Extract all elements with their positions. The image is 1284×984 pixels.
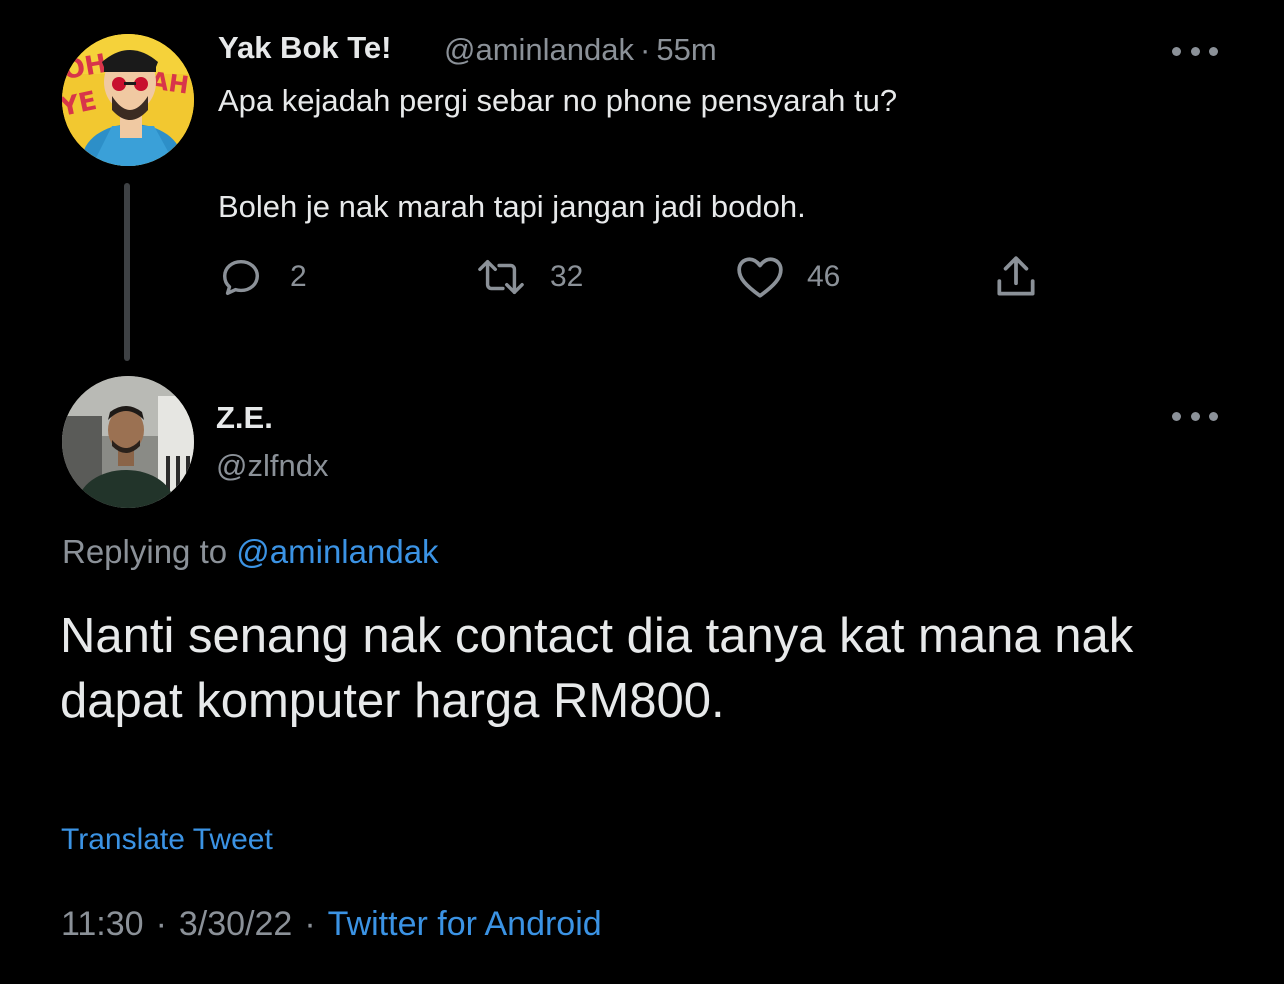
reply-icon (218, 254, 264, 300)
reply-count: 2 (290, 260, 307, 293)
footer-separator: · (304, 905, 316, 943)
parent-text-line-1: Apa kejadah pergi sebar no phone pensyar… (218, 83, 898, 118)
more-options-icon[interactable] (1172, 410, 1218, 422)
more-options-icon[interactable] (1172, 45, 1218, 57)
main-display-name[interactable]: Z.E. (216, 400, 273, 436)
parent-time[interactable]: 55m (656, 32, 716, 67)
retweet-icon (474, 254, 528, 300)
like-button[interactable]: 46 (735, 254, 840, 300)
parent-display-name[interactable]: Yak Bok Te! (218, 30, 391, 66)
parent-meta: @aminlandak · 55m (444, 32, 717, 68)
tweet-source-link[interactable]: Twitter for Android (328, 905, 602, 943)
parent-handle[interactable]: @aminlandak (444, 32, 634, 67)
parent-text-line-2: Boleh je nak marah tapi jangan jadi bodo… (218, 189, 806, 224)
replying-to: Replying to @aminlandak (62, 533, 439, 571)
tweet-date[interactable]: 3/30/22 (179, 905, 292, 943)
heart-icon (735, 254, 785, 300)
footer-separator: · (155, 905, 167, 943)
main-tweet-text: Nanti senang nak contact dia tanya kat m… (60, 609, 1134, 728)
retweet-button[interactable]: 32 (474, 254, 583, 300)
retweet-count: 32 (550, 260, 584, 293)
like-count: 46 (807, 260, 841, 293)
share-button[interactable] (991, 252, 1041, 302)
tweet-footer: 11:30 · 3/30/22 · Twitter for Android (61, 905, 602, 944)
parent-avatar[interactable]: OH YE AH (62, 34, 194, 166)
translate-tweet-link[interactable]: Translate Tweet (61, 823, 273, 857)
replying-label: Replying to (62, 533, 228, 570)
reply-button[interactable]: 2 (218, 254, 307, 300)
meta-separator: · (640, 32, 651, 67)
thread-connector-line (124, 183, 130, 361)
replying-handle-link[interactable]: @aminlandak (236, 533, 438, 570)
main-handle[interactable]: @zlfndx (216, 448, 328, 484)
main-avatar[interactable] (62, 376, 194, 508)
tweet-time[interactable]: 11:30 (61, 905, 144, 943)
share-icon (991, 252, 1041, 302)
